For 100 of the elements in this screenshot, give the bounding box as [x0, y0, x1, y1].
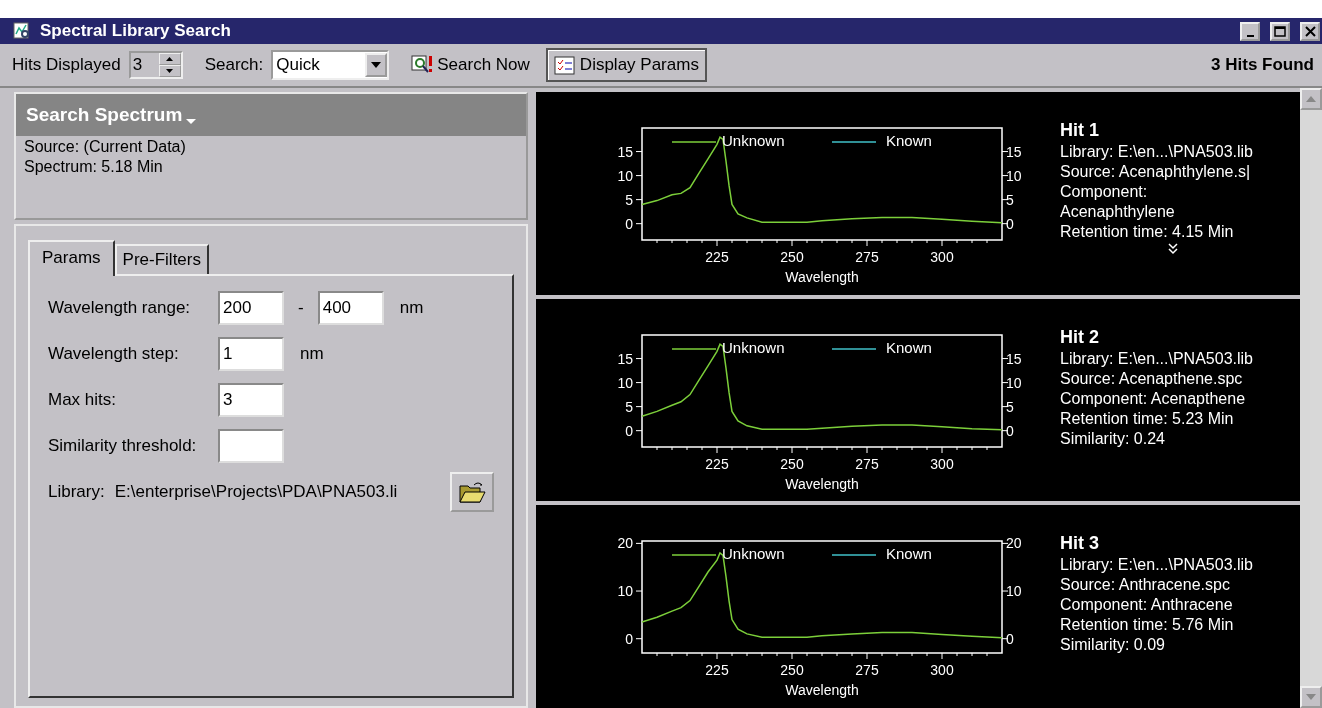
panel-title: Search Spectrum	[26, 104, 183, 126]
y-tick-label: 15	[617, 143, 633, 160]
spectrum-info-text: Spectrum: 5.18 Min	[23, 157, 164, 176]
down-arrow-icon	[1306, 694, 1316, 700]
input-field[interactable]: 3	[218, 383, 284, 417]
hit-detail-text: Source: Acenapthene.spc	[1060, 369, 1244, 388]
x-tick-label: 250	[780, 455, 804, 472]
vertical-scrollbar[interactable]	[1300, 88, 1322, 708]
x-axis-label: Wavelength	[785, 475, 859, 492]
scroll-down-button[interactable]	[1300, 686, 1322, 708]
y-tick-label: 5	[1006, 398, 1014, 415]
down-arrow-icon	[371, 62, 382, 68]
y-tick-label: 10	[1006, 374, 1022, 391]
open-folder-button[interactable]	[450, 472, 494, 512]
dropdown-caret-icon	[186, 119, 197, 125]
search-mode-dropdown[interactable]: Quick	[271, 50, 390, 80]
up-arrow-icon	[166, 57, 174, 61]
up-arrow-icon	[1306, 96, 1316, 102]
legend-swatch	[671, 554, 717, 557]
scroll-up-button[interactable]	[1300, 88, 1322, 110]
minimize-button[interactable]	[1240, 21, 1260, 41]
legend-swatch	[671, 347, 717, 350]
y-tick-label: 5	[625, 398, 633, 415]
x-tick-label: 225	[705, 662, 729, 679]
legend-label: Known	[886, 545, 932, 563]
legend-label: Unknown	[722, 132, 785, 149]
hits-spinner[interactable]: 3	[128, 51, 183, 79]
input-field[interactable]: 200	[218, 291, 284, 325]
hit-detail-text: Similarity: 0.09	[1060, 636, 1166, 655]
hit-detail-text: Source: Anthracene.spc	[1060, 576, 1231, 595]
toolbar-button[interactable]: Display Params	[545, 48, 707, 82]
y-tick-label: 0	[1006, 422, 1014, 439]
hit-detail-text: Acenaphthylene	[1060, 203, 1176, 221]
y-tick-label: 15	[617, 350, 633, 367]
y-tick-label: 15	[1006, 350, 1022, 367]
checklist-icon	[553, 55, 576, 75]
y-tick-label: 0	[625, 215, 633, 232]
maximize-icon	[1274, 25, 1286, 37]
search-label: Search:	[204, 55, 264, 75]
x-tick-label: 300	[930, 455, 954, 472]
y-tick-label: 10	[617, 374, 633, 391]
x-tick-label: 225	[705, 455, 729, 472]
hit-detail-text: Library: E:\en...\PNA503.lib	[1060, 143, 1253, 161]
spectrum-info-text: Source: (Current Data)	[23, 137, 187, 156]
input-field[interactable]: 400	[317, 291, 384, 325]
y-tick-label: 0	[1006, 631, 1014, 648]
y-tick-label: 10	[617, 583, 633, 600]
hit-title: Hit 2	[1060, 326, 1100, 348]
window-title: Spectral Library Search	[40, 21, 232, 41]
expand-chevron-icon[interactable]	[1168, 243, 1178, 255]
y-tick-label: 15	[1006, 143, 1022, 160]
legend-label: Unknown	[722, 338, 785, 356]
hit-detail-text: Library: E:\en...\PNA503.lib	[1060, 349, 1253, 368]
hit-detail-text: Retention time: 5.23 Min	[1060, 409, 1235, 428]
hit-detail-text: Library: E:\en...\PNA503.lib	[1060, 556, 1253, 575]
folder-icon	[458, 480, 486, 504]
down-arrow-icon	[166, 69, 174, 73]
y-tick-label: 5	[1006, 191, 1014, 208]
unit-label: nm	[300, 344, 324, 364]
tab[interactable]: Pre-Filters	[114, 244, 209, 274]
x-tick-label: 225	[705, 249, 729, 265]
legend-label: Known	[886, 132, 932, 149]
y-tick-label: 0	[1006, 215, 1014, 232]
legend-swatch	[831, 554, 877, 557]
x-tick-label: 300	[930, 249, 954, 265]
hit-detail-text: Retention time: 4.15 Min	[1060, 223, 1235, 241]
param-label: Max hits:	[48, 390, 118, 410]
hit-detail-text: Similarity: 0.24	[1060, 429, 1166, 448]
legend-label: Known	[886, 338, 932, 356]
input-field[interactable]	[218, 429, 284, 463]
input-field[interactable]: 1	[218, 337, 284, 371]
tab[interactable]: Params	[28, 240, 115, 276]
library-path: E:\enterprise\Projects\PDA\PNA503.li	[114, 482, 398, 502]
close-icon	[1304, 25, 1316, 37]
x-tick-label: 275	[855, 249, 879, 265]
library-label: Library:	[48, 482, 105, 502]
y-tick-label: 10	[617, 167, 633, 184]
dropdown-arrow-button[interactable]	[365, 53, 388, 77]
hit-detail-text: Component: Anthracene	[1060, 596, 1234, 615]
hit-title: Hit 3	[1060, 533, 1100, 555]
hits-found-status: 3 Hits Found	[1211, 55, 1314, 75]
y-tick-label: 20	[617, 535, 633, 552]
spin-down-button[interactable]	[158, 65, 181, 77]
hits-displayed-label: Hits Displayed	[12, 55, 121, 75]
x-tick-label: 300	[930, 662, 954, 679]
legend-swatch	[831, 347, 877, 350]
param-label: Similarity threshold:	[48, 436, 198, 456]
hit-detail-text: Source: Acenaphthylene.s|	[1060, 163, 1252, 181]
unit-label: nm	[399, 298, 424, 318]
legend-label: Unknown	[722, 545, 785, 563]
x-axis-label: Wavelength	[785, 269, 859, 285]
hit-detail-text: Retention time: 5.76 Min	[1060, 616, 1235, 635]
y-tick-label: 0	[625, 422, 633, 439]
hit-title: Hit 1	[1060, 120, 1100, 141]
spin-up-button[interactable]	[158, 53, 181, 65]
hit-detail-text: Component:	[1060, 183, 1149, 201]
maximize-button[interactable]	[1270, 21, 1290, 41]
y-tick-label: 5	[625, 191, 633, 208]
y-tick-label: 10	[1006, 583, 1022, 600]
close-button[interactable]	[1300, 21, 1320, 41]
